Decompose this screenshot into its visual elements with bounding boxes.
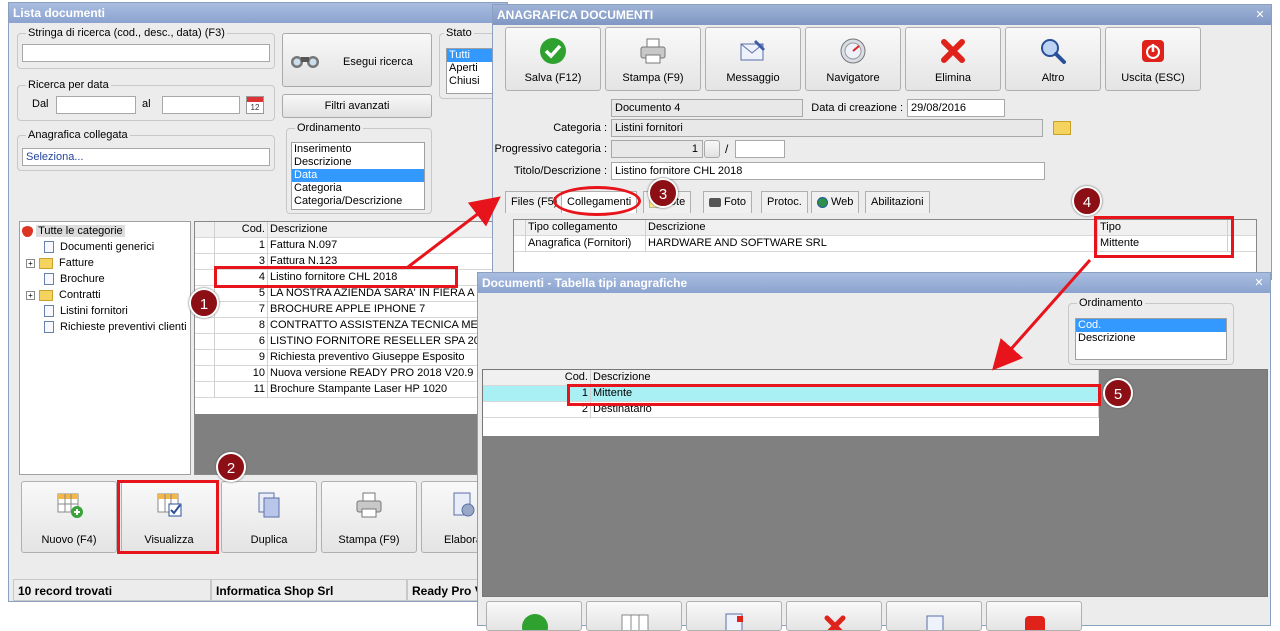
step-badge-3: 3 <box>648 178 678 208</box>
step-badge-5: 5 <box>1103 378 1133 408</box>
arrow-tipo-to-mittente <box>992 259 1092 371</box>
arrow-row-to-tab <box>407 196 501 269</box>
step-badge-1: 1 <box>189 288 219 318</box>
step-badge-4: 4 <box>1072 186 1102 216</box>
step-badge-2: 2 <box>216 452 246 482</box>
